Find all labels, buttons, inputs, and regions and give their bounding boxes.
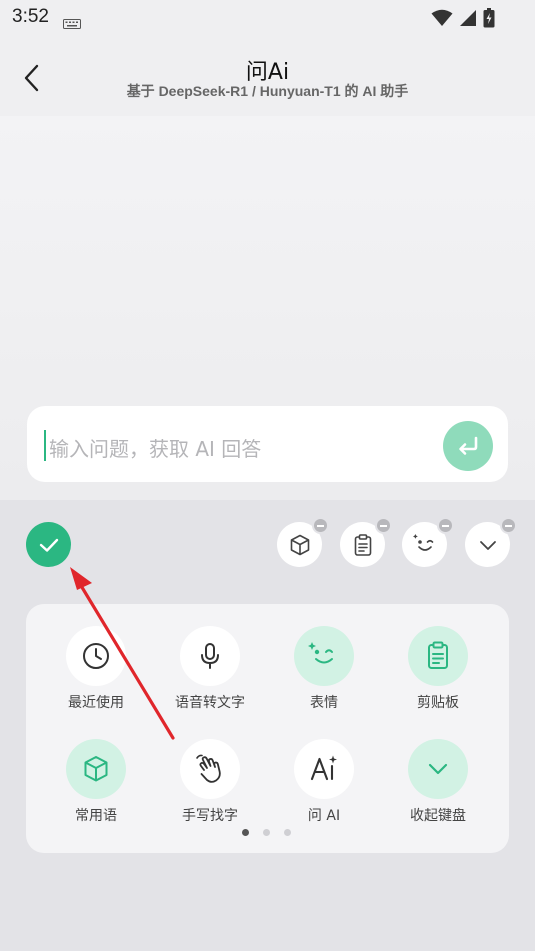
confirm-button[interactable] <box>26 522 71 567</box>
tool-icon-bg <box>294 626 354 686</box>
tool-label: 手写找字 <box>182 808 238 824</box>
tool-icon-bg <box>408 626 468 686</box>
tool-emoji[interactable]: 表情 <box>274 626 374 726</box>
tool-icon-bg <box>66 626 126 686</box>
header: 问Ai 基于 DeepSeek-R1 / Hunyuan-T1 的 AI 助手 <box>0 36 535 116</box>
page-indicator <box>242 829 291 836</box>
tool-label: 剪贴板 <box>417 695 459 711</box>
tools-card: 最近使用 语音转文字 表情 剪贴板 常用语 手写找字 问 AI 收起键盘 <box>26 604 509 853</box>
tool-label: 常用语 <box>75 808 117 824</box>
tool-label: 表情 <box>310 695 338 711</box>
page-subtitle: 基于 DeepSeek-R1 / Hunyuan-T1 的 AI 助手 <box>126 83 409 99</box>
tool-collapse-keyboard[interactable]: 收起键盘 <box>388 739 488 839</box>
cube-icon <box>290 534 309 555</box>
clipboard-icon <box>354 533 371 556</box>
tool-icon-bg <box>66 739 126 799</box>
emoji-icon <box>412 533 433 551</box>
remove-badge[interactable] <box>312 517 329 534</box>
tool-icon-bg <box>294 739 354 799</box>
chevron-down-icon <box>479 540 496 550</box>
checkmark-icon <box>39 538 58 552</box>
hand-icon <box>196 754 221 783</box>
tool-label: 问 AI <box>307 808 341 824</box>
tool-common-phrases[interactable]: 常用语 <box>46 739 146 839</box>
page-dot[interactable] <box>263 829 270 836</box>
tool-handwriting[interactable]: 手写找字 <box>160 739 260 839</box>
question-input-placeholder[interactable]: 输入问题，获取 AI 回答 <box>49 433 261 462</box>
quick-emoji-button[interactable] <box>402 517 454 567</box>
remove-badge[interactable] <box>375 517 392 534</box>
send-button[interactable] <box>443 421 493 471</box>
quick-cube-button[interactable] <box>277 517 329 567</box>
tool-label: 收起键盘 <box>410 808 466 824</box>
keyboard-indicator-icon <box>63 14 81 33</box>
tool-label: 最近使用 <box>68 695 124 711</box>
question-input-bar[interactable]: 输入问题，获取 AI 回答 <box>27 406 508 482</box>
tool-ask-ai[interactable]: 问 AI <box>274 739 374 839</box>
text-caret <box>44 430 46 461</box>
quick-collapse-button[interactable] <box>465 517 517 567</box>
tool-label: 语音转文字 <box>175 695 245 711</box>
tool-icon-bg <box>180 739 240 799</box>
tool-recent[interactable]: 最近使用 <box>46 626 146 726</box>
clipboard-icon <box>428 641 448 669</box>
wifi-icon <box>431 9 453 31</box>
battery-icon <box>483 8 495 32</box>
remove-badge[interactable] <box>437 517 454 534</box>
microphone-icon <box>201 643 219 669</box>
page-dot[interactable] <box>284 829 291 836</box>
remove-badge[interactable] <box>500 517 517 534</box>
keyboard-tool-panel: 最近使用 语音转文字 表情 剪贴板 常用语 手写找字 问 AI 收起键盘 <box>0 500 535 951</box>
status-time: 3:52 <box>12 6 49 27</box>
cellular-signal-icon <box>459 9 477 31</box>
tool-icon-bg <box>408 739 468 799</box>
chevron-down-icon <box>428 763 448 775</box>
tool-voice-to-text[interactable]: 语音转文字 <box>160 626 260 726</box>
quick-clipboard-button[interactable] <box>340 517 392 567</box>
status-bar: 3:52 <box>0 0 535 36</box>
tool-clipboard[interactable]: 剪贴板 <box>388 626 488 726</box>
emoji-icon <box>308 642 333 664</box>
tool-icon-bg <box>180 626 240 686</box>
enter-icon <box>459 436 478 455</box>
cube-icon <box>84 756 108 782</box>
ai-icon <box>310 755 337 781</box>
page-dot[interactable] <box>242 829 249 836</box>
clock-icon <box>83 643 109 669</box>
